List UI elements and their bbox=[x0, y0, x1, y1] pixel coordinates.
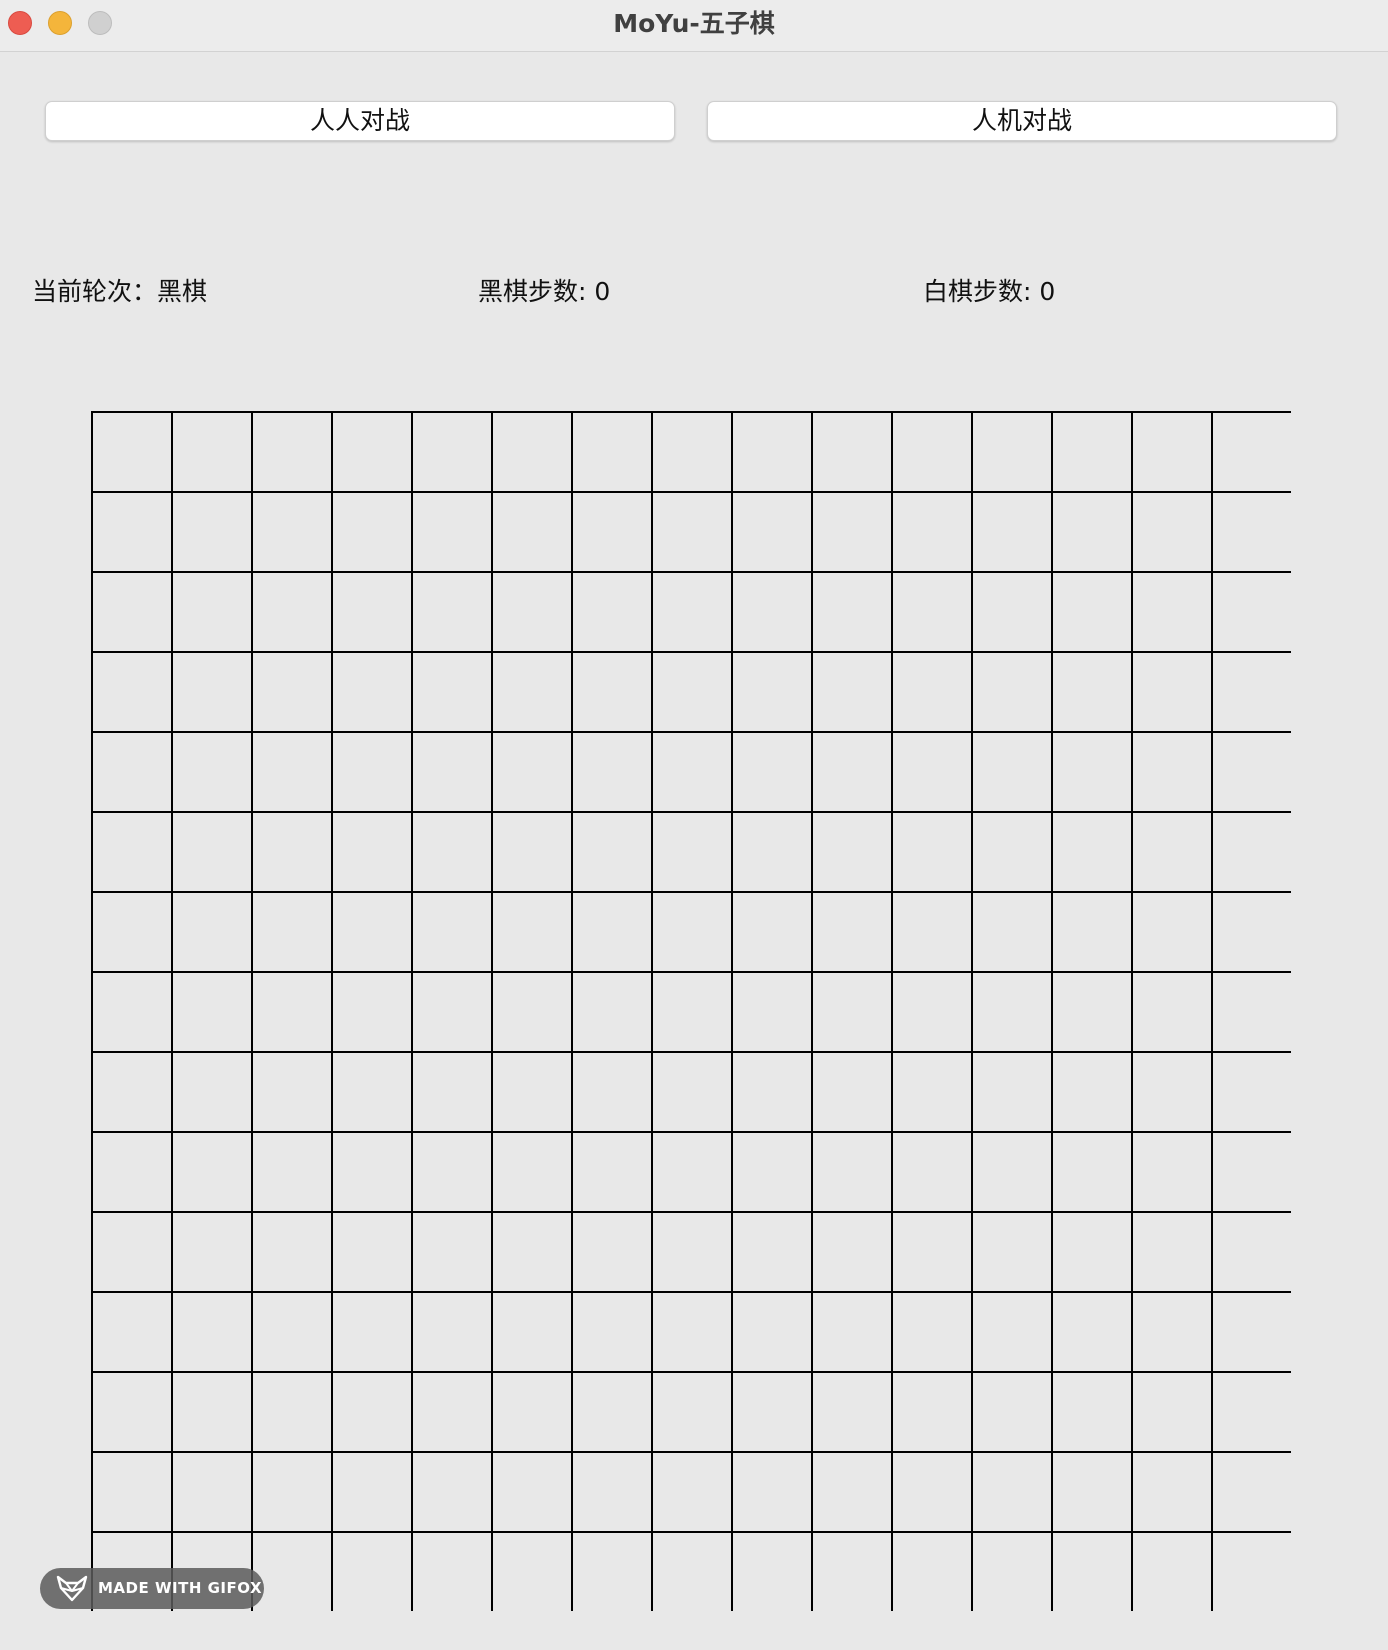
white-steps-label: 白棋步数: bbox=[923, 277, 1040, 306]
app-window: MoYu-五子棋 人人对战 人机对战 当前轮次：黑棋 黑棋步数: 0 白棋步数:… bbox=[0, 0, 1388, 1650]
pvp-mode-button[interactable]: 人人对战 bbox=[45, 101, 675, 141]
watermark-text: MADE WITH GIFOX bbox=[98, 1579, 263, 1597]
gifox-watermark: MADE WITH GIFOX bbox=[40, 1568, 264, 1609]
white-steps-status: 白棋步数: 0 bbox=[923, 272, 1055, 308]
black-steps-status: 黑棋步数: 0 bbox=[478, 272, 610, 308]
black-steps-label: 黑棋步数: bbox=[478, 277, 595, 306]
title-bar[interactable]: MoYu-五子棋 bbox=[0, 0, 1388, 52]
black-steps-value: 0 bbox=[594, 277, 611, 306]
fox-icon bbox=[56, 1575, 88, 1602]
window-title: MoYu-五子棋 bbox=[613, 9, 775, 38]
current-turn-status: 当前轮次：黑棋 bbox=[32, 272, 207, 308]
gomoku-board[interactable] bbox=[91, 411, 1293, 1613]
pve-mode-button[interactable]: 人机对战 bbox=[707, 101, 1337, 141]
board-grid[interactable] bbox=[91, 411, 1293, 1613]
current-turn-label: 当前轮次： bbox=[32, 277, 158, 306]
white-steps-value: 0 bbox=[1039, 277, 1056, 306]
current-turn-value: 黑棋 bbox=[157, 277, 208, 306]
